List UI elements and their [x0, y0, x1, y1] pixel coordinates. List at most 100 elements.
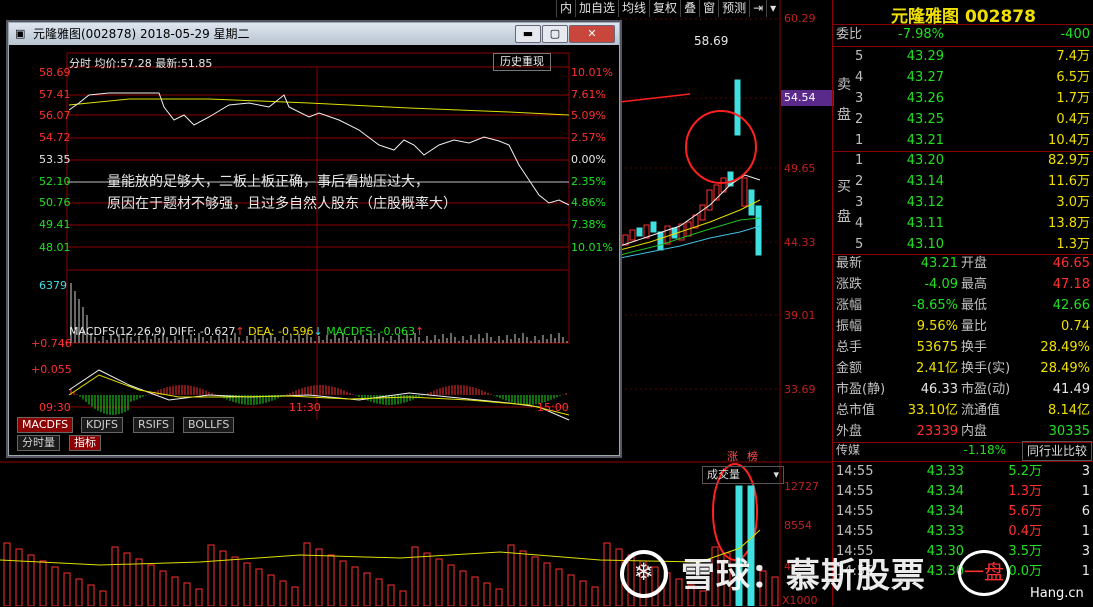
tab-macdfs[interactable]: MACDFS — [17, 417, 74, 433]
rank-tag-bang[interactable]: 榜 — [747, 448, 758, 464]
volume-bar — [435, 558, 443, 606]
volume-bar — [99, 590, 107, 606]
tick-volume: 1.3万 — [1008, 484, 1042, 499]
tick-row: 14:55 43.33 0.4万 1 — [833, 521, 1093, 542]
minimize-button[interactable]: ▬ — [515, 25, 541, 43]
macd-value: MACDFS: -0.063 — [326, 325, 415, 338]
buy-volume: 1.3万 — [1056, 237, 1090, 252]
time-label: 09:30 — [39, 401, 71, 414]
axis-label: 44.33 — [784, 236, 816, 249]
tab-indicator[interactable]: 指标 — [69, 435, 101, 451]
volume-bar — [111, 546, 119, 606]
close-button[interactable]: ✕ — [569, 25, 615, 43]
volume-bar — [591, 586, 599, 606]
current-price-tag: 54.54 — [781, 90, 834, 106]
buy-level: 5 — [855, 237, 864, 252]
industry-name[interactable]: 传媒 — [836, 440, 860, 461]
maximize-button[interactable]: ▢ — [542, 25, 568, 43]
intraday-label: 分时 — [69, 57, 91, 70]
candle — [741, 177, 748, 207]
volume-bar — [603, 542, 611, 606]
buy-price: 43.11 — [906, 216, 944, 231]
buy-price: 43.12 — [906, 195, 944, 210]
volume-bar — [351, 566, 359, 606]
stat-label: 换手(实) — [961, 361, 1011, 376]
volume-bar — [231, 556, 239, 606]
volume-bar — [159, 570, 167, 606]
toolbar-item-inner[interactable]: 内 — [556, 0, 575, 17]
industry-row: 传媒 -1.18% 同行业比较 — [833, 440, 1093, 461]
popup-axis-right: 0.00% — [571, 153, 606, 166]
popup-title: 元隆雅图(002878) 2018-05-29 星期二 — [33, 27, 250, 41]
badge-icon: 一盘 — [958, 550, 1010, 596]
volume-bar — [183, 582, 191, 606]
popup-axis-left: 48.01 — [39, 241, 71, 254]
popup-axis-left: 54.72 — [39, 131, 71, 144]
time-label: 11:30 — [289, 401, 321, 414]
dropdown-icon[interactable]: ▾ — [766, 0, 779, 17]
volume-bar — [267, 574, 275, 606]
volume-indicator-select[interactable]: 成交量 ▾ — [702, 466, 784, 484]
volume-bar — [399, 590, 407, 606]
volume-bar — [303, 542, 311, 606]
toolbar-item-ma[interactable]: 均线 — [618, 0, 649, 17]
volume-bar — [567, 574, 575, 606]
volume-bar — [171, 576, 179, 606]
candle — [748, 189, 755, 216]
annotation-line-2: 原因在于题材不够强，且过多自然人股东（庄股概率大） — [107, 196, 457, 212]
stat-label: 涨跌 — [836, 277, 863, 292]
sell-volume: 10.4万 — [1048, 133, 1090, 148]
stat-value: 8.14亿 — [1048, 403, 1090, 418]
quote-panel: 元隆雅图 002878 委比 -7.98% -400 卖盘 5 43.29 7.4万… — [832, 0, 1093, 606]
stat-value: 43.21 — [920, 256, 958, 271]
stat-label: 外盘 — [836, 424, 863, 439]
buy-order-row: 1 43.20 82.9万 — [833, 150, 1093, 171]
expand-icon[interactable]: ⇥ — [749, 0, 766, 17]
volume-bar — [471, 576, 479, 606]
compare-industry-button[interactable]: 同行业比较 — [1021, 441, 1092, 461]
toolbar-item-adjust[interactable]: 复权 — [649, 0, 680, 17]
tab-fenshi-volume[interactable]: 分时量 — [17, 435, 60, 451]
candle — [657, 231, 664, 251]
sell-price: 43.29 — [906, 49, 944, 64]
candle — [636, 227, 643, 237]
volume-selector-label: 成交量 — [707, 468, 740, 481]
high-price-marker: 58.69 — [694, 34, 729, 48]
chart-toolbar: 内 加自选 均线 复权 叠 窗 预测 ⇥ ▾ — [556, 0, 779, 17]
buy-level: 2 — [855, 174, 864, 189]
toolbar-item-overlay[interactable]: 叠 — [680, 0, 699, 17]
popup-axis-left: 57.41 — [39, 88, 71, 101]
tick-price: 43.33 — [926, 464, 964, 479]
stat-label: 最新 — [836, 256, 863, 271]
toolbar-item-add-watch[interactable]: 加自选 — [575, 0, 618, 17]
quote-stat-row: 涨幅 -8.65% 最低 42.66 — [833, 295, 1093, 316]
stat-label: 最低 — [961, 298, 988, 313]
tab-kdjfs[interactable]: KDJFS — [81, 417, 124, 433]
quote-stat-row: 市盈(静) 46.33 市盈(动) 41.49 — [833, 379, 1093, 400]
stat-value: 28.49% — [1040, 340, 1090, 355]
volume-bar — [39, 560, 47, 606]
buy-order-row: 5 43.10 1.3万 — [833, 234, 1093, 255]
history-replay-button[interactable]: 历史重现 — [493, 53, 551, 71]
toolbar-item-window[interactable]: 窗 — [699, 0, 718, 17]
tick-count: 6 — [1081, 504, 1090, 519]
sell-level: 5 — [855, 49, 864, 64]
stat-label: 总手 — [836, 340, 863, 355]
toolbar-item-forecast[interactable]: 预测 — [718, 0, 749, 17]
rank-tag-zhang[interactable]: 涨 — [727, 448, 738, 464]
volume-bar — [135, 558, 143, 606]
stat-value: 42.66 — [1052, 298, 1090, 313]
popup-axis-right: 10.01% — [571, 66, 613, 79]
tab-bollfs[interactable]: BOLLFS — [183, 417, 235, 433]
sell-level: 3 — [855, 91, 864, 106]
tick-row: 14:55 43.34 1.3万 1 — [833, 481, 1093, 502]
tab-rsifs[interactable]: RSIFS — [133, 417, 174, 433]
sell-order-row: 1 43.21 10.4万 — [833, 130, 1093, 151]
app-icon: ▣ — [15, 27, 26, 40]
popup-titlebar[interactable]: ▣ 元隆雅图(002878) 2018-05-29 星期二 ▬ ▢ ✕ — [9, 23, 619, 45]
stat-value: 53675 — [916, 340, 958, 355]
buy-price: 43.10 — [906, 237, 944, 252]
candle — [755, 205, 762, 256]
quote-stat-row: 总手 53675 换手 28.49% — [833, 337, 1093, 358]
candle — [650, 221, 657, 233]
